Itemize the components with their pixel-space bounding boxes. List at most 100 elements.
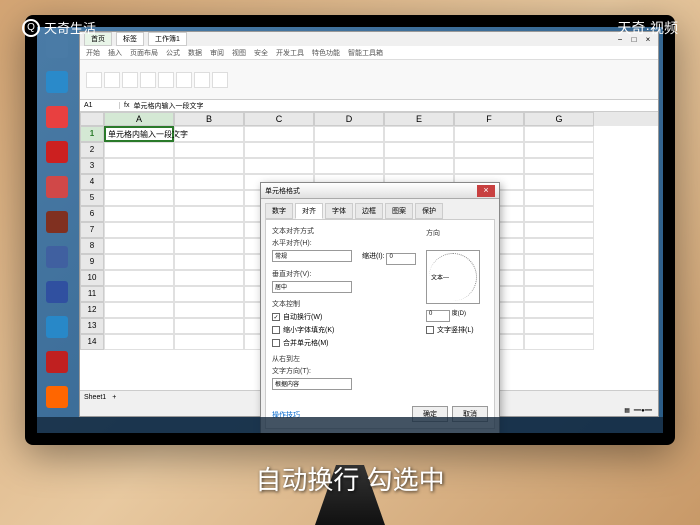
cell[interactable]: 单元格内输入一段文字 [104,126,174,142]
cell[interactable] [524,238,594,254]
desktop-icon[interactable] [41,101,73,133]
column-header[interactable]: C [244,112,314,126]
cell[interactable] [524,334,594,350]
cell[interactable] [174,222,244,238]
cell[interactable] [244,142,314,158]
column-header[interactable]: E [384,112,454,126]
cell[interactable] [384,158,454,174]
ribbon-tab[interactable]: 页面布局 [130,48,158,58]
desktop-icon[interactable] [41,241,73,273]
dialog-tab[interactable]: 数字 [265,203,293,219]
indent-input[interactable]: 0 [386,253,416,265]
vert-text-checkbox[interactable] [426,326,434,334]
formula-input[interactable]: 单元格内输入一段文字 [133,101,203,111]
cell[interactable] [174,270,244,286]
cell-reference[interactable]: A1 [80,102,120,109]
cell[interactable] [104,158,174,174]
wrap-checkbox[interactable]: ✓ [272,313,280,321]
cell[interactable] [174,254,244,270]
desktop-icon[interactable] [41,311,73,343]
cell[interactable] [174,318,244,334]
ribbon-tab[interactable]: 安全 [254,48,268,58]
desktop-icon[interactable] [41,206,73,238]
cell[interactable] [524,174,594,190]
cell[interactable] [174,142,244,158]
cell[interactable] [104,270,174,286]
cell[interactable] [314,158,384,174]
cell[interactable] [174,158,244,174]
cell[interactable] [104,142,174,158]
row-header[interactable]: 7 [80,222,104,238]
cell[interactable] [174,238,244,254]
cell[interactable] [314,142,384,158]
merge-checkbox[interactable] [272,339,280,347]
horizontal-select[interactable]: 常规 [272,250,352,262]
ribbon-button[interactable] [212,72,228,88]
cell[interactable] [104,254,174,270]
ribbon-tab[interactable]: 审阅 [210,48,224,58]
cell[interactable] [524,190,594,206]
cell[interactable] [104,222,174,238]
dialog-tab[interactable]: 边框 [355,203,383,219]
cell[interactable] [454,142,524,158]
dialog-tab[interactable]: 字体 [325,203,353,219]
cell[interactable] [384,126,454,142]
tab-workbook[interactable]: 工作簿1 [148,32,187,46]
cell[interactable] [524,318,594,334]
row-header[interactable]: 3 [80,158,104,174]
zoom-slider[interactable]: ━━●━━ [634,407,652,414]
cell[interactable] [524,126,594,142]
cell[interactable] [244,126,314,142]
vertical-select[interactable]: 居中 [272,281,352,293]
desktop-icon[interactable] [41,136,73,168]
row-header[interactable]: 6 [80,206,104,222]
row-header[interactable]: 11 [80,286,104,302]
cell[interactable] [524,254,594,270]
row-header[interactable]: 9 [80,254,104,270]
ribbon-tab[interactable]: 开发工具 [276,48,304,58]
cell[interactable] [174,190,244,206]
cell[interactable] [174,126,244,142]
ribbon-tab[interactable]: 开始 [86,48,100,58]
ribbon-tab[interactable]: 数据 [188,48,202,58]
row-header[interactable]: 8 [80,238,104,254]
row-header[interactable]: 10 [80,270,104,286]
cell[interactable] [524,206,594,222]
orientation-control[interactable]: 文本— [426,250,480,304]
cell[interactable] [174,174,244,190]
cell[interactable] [524,286,594,302]
dialog-tab[interactable]: 保护 [415,203,443,219]
cell[interactable] [524,270,594,286]
cell[interactable] [384,142,454,158]
tab-label[interactable]: 标签 [116,32,144,46]
view-icon[interactable]: ▦ [624,407,630,414]
shrink-checkbox[interactable] [272,326,280,334]
cell[interactable] [524,142,594,158]
row-header[interactable]: 12 [80,302,104,318]
dialog-tab[interactable]: 对齐 [295,203,323,219]
row-header[interactable]: 4 [80,174,104,190]
vert-text-checkbox-row[interactable]: 文字竖排(L) [426,325,486,335]
cell[interactable] [104,206,174,222]
ribbon-button[interactable] [140,72,156,88]
ribbon-button[interactable] [122,72,138,88]
taskbar[interactable] [37,417,663,433]
row-header[interactable]: 1 [80,126,104,142]
column-header[interactable]: G [524,112,594,126]
cell[interactable] [524,302,594,318]
cell[interactable] [314,126,384,142]
ribbon-tab[interactable]: 公式 [166,48,180,58]
cell[interactable] [454,158,524,174]
cell[interactable] [104,286,174,302]
cell[interactable] [174,302,244,318]
ribbon-button[interactable] [194,72,210,88]
sheet-tab[interactable]: Sheet1 [84,394,106,401]
cell[interactable] [104,190,174,206]
cell[interactable] [174,206,244,222]
ribbon-tab[interactable]: 智能工具箱 [348,48,383,58]
ribbon-button[interactable] [104,72,120,88]
column-header[interactable]: A [104,112,174,126]
row-header[interactable]: 13 [80,318,104,334]
column-header[interactable]: D [314,112,384,126]
desktop-icon[interactable] [41,276,73,308]
